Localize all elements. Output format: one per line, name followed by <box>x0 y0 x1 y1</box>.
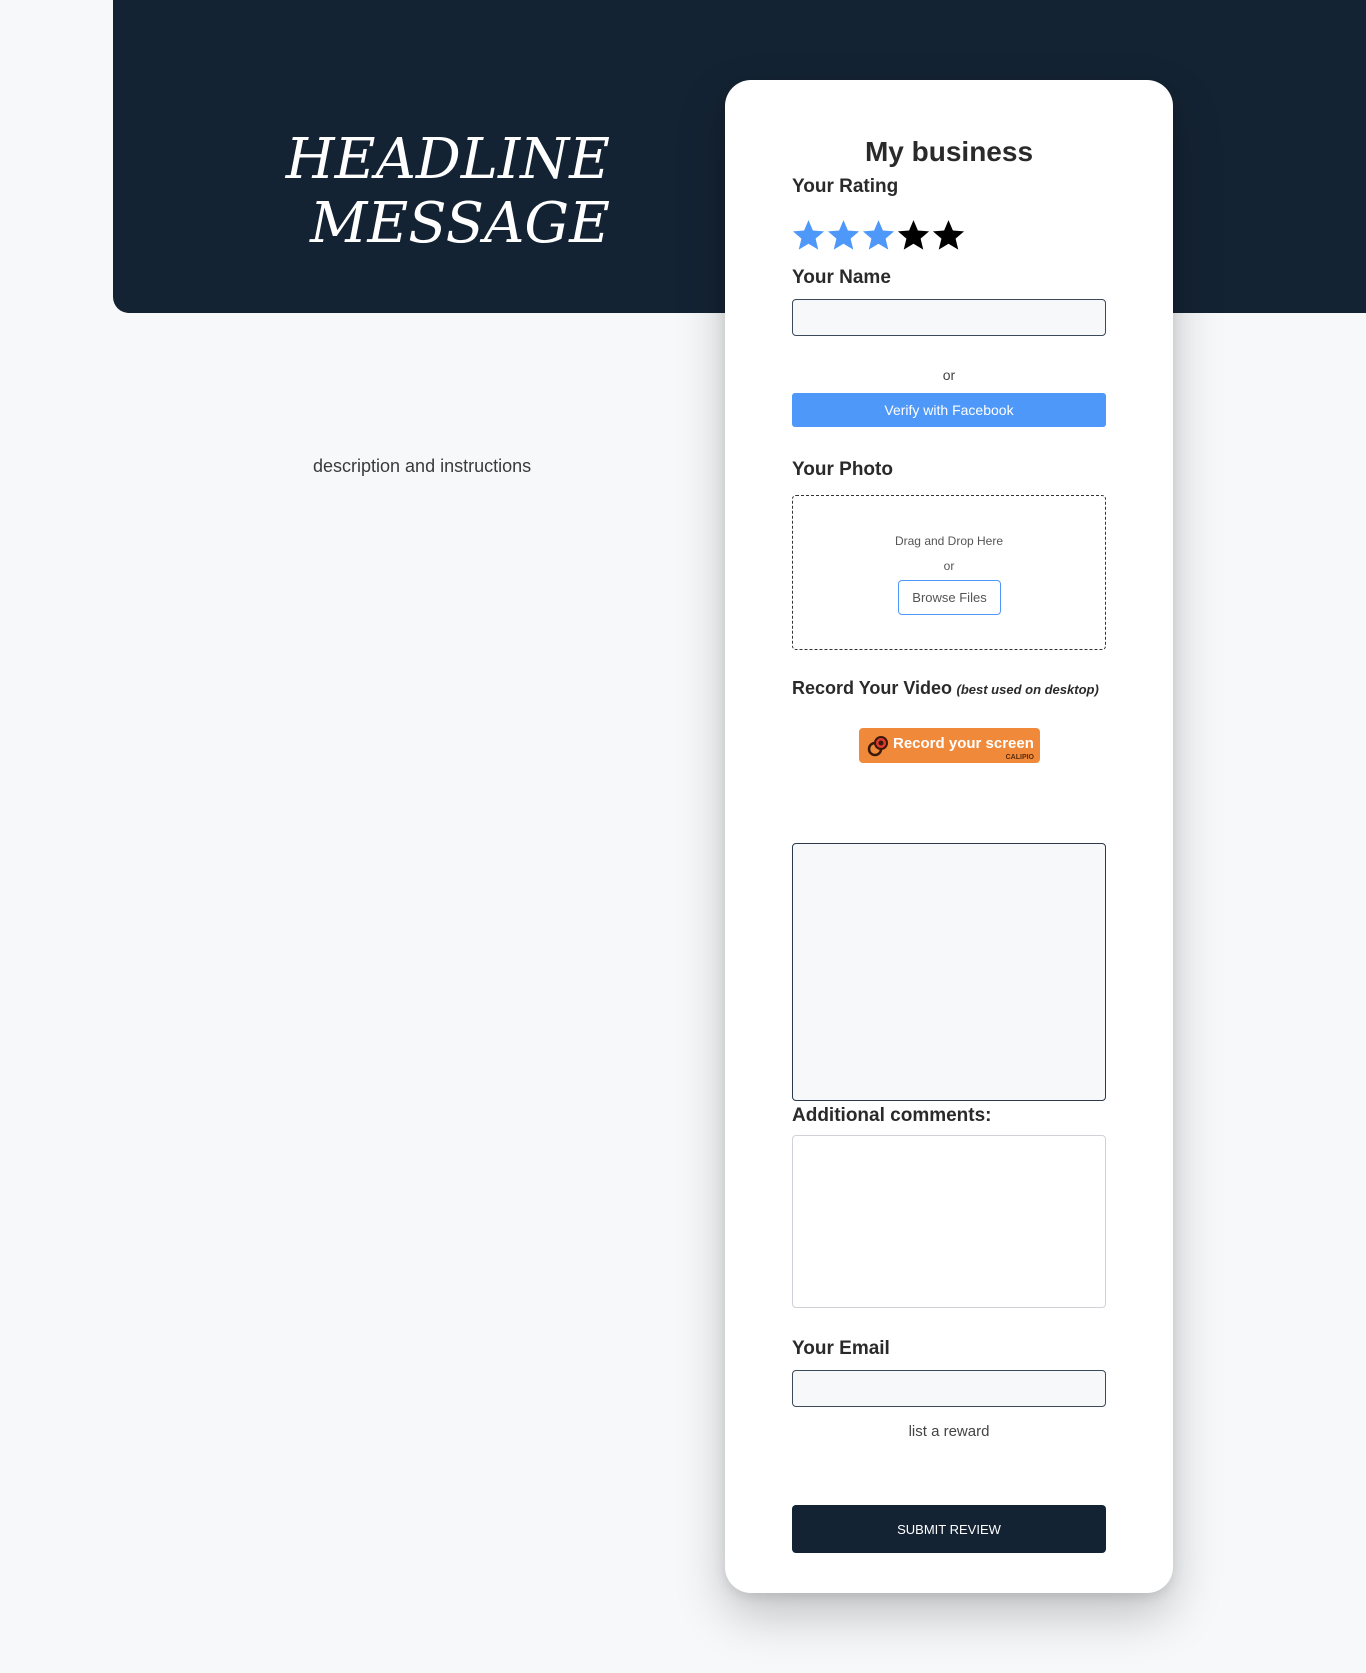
drop-or-text: or <box>943 559 955 573</box>
star-icon[interactable] <box>896 218 931 252</box>
email-input[interactable] <box>792 1370 1106 1407</box>
submit-review-button[interactable]: SUBMIT REVIEW <box>792 1505 1106 1553</box>
comments-label: Additional comments: <box>792 1105 992 1126</box>
description-text: description and instructions <box>313 456 532 476</box>
video-label: Record Your Video (best used on desktop) <box>792 678 1099 699</box>
name-input[interactable] <box>792 299 1106 336</box>
star-icon[interactable] <box>791 218 826 252</box>
record-icon <box>867 736 888 757</box>
video-note: (best used on desktop) <box>956 682 1099 697</box>
star-icon[interactable] <box>826 218 861 252</box>
review-form-card: My business Your Rating Your Name or Ver… <box>725 80 1173 1593</box>
comments-textarea[interactable] <box>792 1135 1106 1308</box>
headline: HEADLINE MESSAGE <box>180 128 610 256</box>
photo-label: Your Photo <box>792 459 893 480</box>
photo-dropzone[interactable]: Drag and Drop Here or Browse Files <box>792 495 1106 650</box>
name-or-text: or <box>942 367 956 383</box>
star-icon[interactable] <box>861 218 896 252</box>
video-label-text: Record Your Video <box>792 678 953 698</box>
email-label: Your Email <box>792 1338 890 1359</box>
headline-line-1: HEADLINE <box>285 127 610 192</box>
record-screen-button[interactable]: Record your screen CALIPIO <box>859 728 1040 763</box>
record-screen-label: Record your screen <box>893 735 1034 752</box>
verify-facebook-button[interactable]: Verify with Facebook <box>792 393 1106 427</box>
reward-text: list a reward <box>908 1423 990 1440</box>
browse-files-button[interactable]: Browse Files <box>898 580 1001 615</box>
rating-label: Your Rating <box>792 176 899 197</box>
business-name: My business <box>864 136 1034 167</box>
video-preview-area <box>792 843 1106 1101</box>
name-label: Your Name <box>792 267 891 288</box>
drop-text: Drag and Drop Here <box>894 534 1004 548</box>
star-rating <box>791 218 966 252</box>
record-brand: CALIPIO <box>1005 754 1034 761</box>
headline-line-2: MESSAGE <box>309 191 610 256</box>
star-icon[interactable] <box>931 218 966 252</box>
